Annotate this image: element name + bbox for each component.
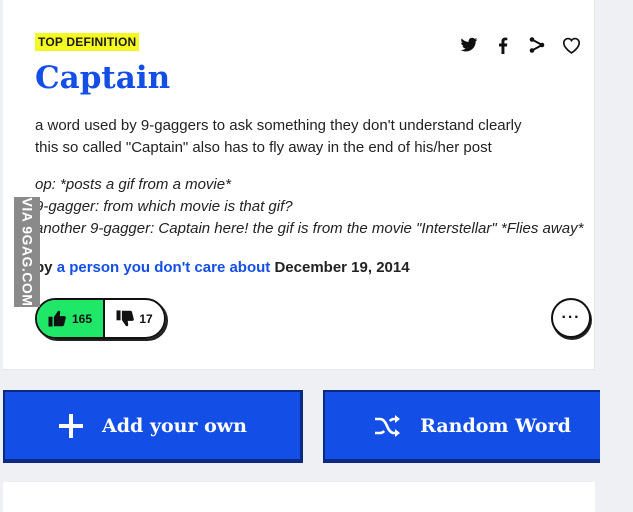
add-your-own-button[interactable]: Add your own — [3, 390, 303, 463]
ellipsis-icon: ··· — [561, 309, 581, 326]
twitter-icon[interactable] — [458, 34, 480, 56]
random-word-label: Random Word — [420, 414, 571, 437]
definition-example: op: *posts a gif from a movie* 9-gagger:… — [35, 174, 595, 240]
downvote-button[interactable]: 17 — [105, 300, 164, 337]
plus-icon — [59, 413, 84, 438]
contributor: by a person you don't care about Decembe… — [35, 257, 410, 279]
word-title[interactable]: Captain — [35, 58, 170, 98]
meaning-line: a word used by 9-gaggers to ask somethin… — [35, 117, 522, 134]
downvote-count: 17 — [139, 311, 153, 326]
page-gutter — [600, 0, 633, 505]
example-line: another 9-gagger: Captain here! the gif … — [35, 220, 584, 237]
upvote-button[interactable]: 165 — [37, 300, 105, 337]
example-line: 9-gagger: from which movie is that gif? — [35, 198, 293, 215]
thumbs-down-icon — [116, 310, 135, 327]
facebook-icon[interactable] — [492, 34, 514, 56]
more-options-button[interactable]: ··· — [551, 298, 591, 338]
top-definition-badge: TOP DEFINITION — [35, 33, 140, 51]
meaning-line: this so called "Captain" also has to fly… — [35, 139, 492, 156]
next-definition-card — [3, 482, 595, 512]
upvote-count: 165 — [71, 311, 93, 326]
watermark-text: VIA 9GAG.COM — [19, 197, 35, 307]
random-word-button[interactable]: Random Word — [323, 390, 623, 463]
definition-meaning: a word used by 9-gaggers to ask somethin… — [35, 115, 575, 159]
watermark: VIA 9GAG.COM — [14, 197, 40, 307]
thumbs-up-icon — [48, 310, 66, 327]
heart-icon[interactable] — [560, 34, 582, 56]
add-your-own-label: Add your own — [102, 414, 247, 437]
example-line: op: *posts a gif from a movie* — [35, 176, 231, 193]
vote-buttons: 165 17 — [35, 298, 166, 339]
definition-card: TOP DEFINITION Captain a word used by 9-… — [3, 0, 595, 370]
shuffle-icon — [375, 414, 401, 437]
post-date: December 19, 2014 — [274, 259, 410, 276]
author-link[interactable]: a person you don't care about — [57, 259, 271, 276]
share-icon[interactable] — [526, 34, 548, 56]
share-bar — [444, 34, 594, 56]
